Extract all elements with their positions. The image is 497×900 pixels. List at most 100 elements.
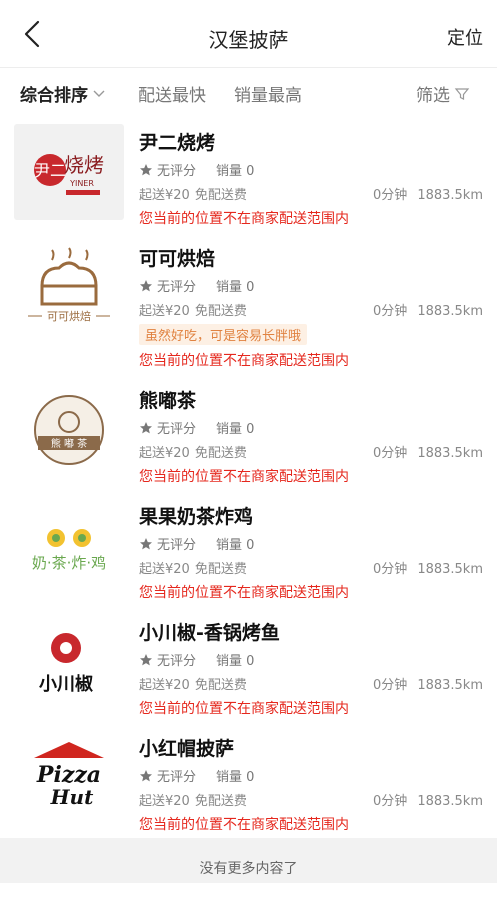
page-title: 汉堡披萨: [208, 28, 289, 52]
shop-meta: 无评分 销量 0: [139, 650, 254, 669]
min-order: 起送¥20: [139, 188, 190, 203]
delivery-time: 0分钟: [373, 794, 408, 809]
funnel-icon: [454, 87, 470, 100]
shop-meta: 无评分 销量 0: [139, 534, 254, 553]
shop-card[interactable]: Pizza Hut 小红帽披萨 无评分 销量 0 起送¥20 免配送费 0分钟 18…: [0, 728, 497, 844]
svg-text:小川椒: 小川椒: [39, 673, 93, 695]
shop-delivery: 起送¥20 免配送费: [139, 442, 247, 461]
no-more-content: 没有更多内容了: [0, 838, 497, 883]
locate-button[interactable]: 定位: [447, 24, 483, 50]
sort-comprehensive-tab[interactable]: 综合排序: [20, 81, 106, 106]
shop-card[interactable]: 小川椒 小川椒-香锅烤鱼 无评分 销量 0 起送¥20 免配送费 0分钟 1883.…: [0, 612, 497, 728]
shop-sales: 销量 0: [216, 280, 255, 295]
shop-logo: 小川椒: [14, 614, 124, 710]
shop-distance: 0分钟 1883.5km: [373, 184, 483, 203]
delivery-time: 0分钟: [373, 446, 408, 461]
shop-rating: 无评分: [157, 280, 197, 295]
shop-logo: 奶·茶·炸·鸡: [14, 498, 124, 594]
shop-name: 小红帽披萨: [139, 738, 235, 760]
out-of-range-warning: 您当前的位置不在商家配送范围内: [139, 469, 349, 485]
filter-label: 筛选: [416, 86, 450, 106]
shop-sales: 销量 0: [216, 422, 255, 437]
distance-km: 1883.5km: [417, 304, 483, 319]
header-bar: 汉堡披萨 定位: [0, 0, 497, 68]
out-of-range-warning: 您当前的位置不在商家配送范围内: [139, 701, 349, 717]
shop-rating: 无评分: [157, 654, 197, 669]
star-icon: [140, 653, 152, 665]
shop-name: 尹二烧烤: [139, 132, 216, 154]
delivery-fee: 免配送费: [194, 794, 247, 809]
sort-fastest-tab[interactable]: 配送最快: [138, 81, 206, 106]
delivery-time: 0分钟: [373, 562, 408, 577]
delivery-fee: 免配送费: [194, 304, 247, 319]
sort-sales-tab[interactable]: 销量最高: [234, 81, 302, 106]
shop-meta: 无评分 销量 0: [139, 276, 254, 295]
shop-delivery: 起送¥20 免配送费: [139, 790, 247, 809]
delivery-fee: 免配送费: [194, 188, 247, 203]
shop-logo: Pizza Hut: [14, 730, 124, 826]
star-icon: [140, 279, 152, 291]
distance-km: 1883.5km: [417, 678, 483, 693]
shop-logo: 可可烘焙: [14, 240, 124, 336]
delivery-fee: 免配送费: [194, 446, 247, 461]
shop-card[interactable]: 奶·茶·炸·鸡 果果奶茶炸鸡 无评分 销量 0 起送¥20 免配送费 0分钟 188…: [0, 496, 497, 612]
svg-text:烧烤: 烧烤: [64, 153, 104, 177]
shop-meta: 无评分 销量 0: [139, 766, 254, 785]
shop-name: 可可烘焙: [139, 248, 216, 270]
shop-delivery: 起送¥20 免配送费: [139, 300, 247, 319]
chevron-down-icon: [93, 90, 105, 97]
delivery-time: 0分钟: [373, 304, 408, 319]
star-icon: [140, 537, 152, 549]
shop-sales: 销量 0: [216, 538, 255, 553]
shop-logo: 尹二 烧烤 YINER: [14, 124, 124, 220]
shop-rating: 无评分: [157, 538, 197, 553]
distance-km: 1883.5km: [417, 794, 483, 809]
min-order: 起送¥20: [139, 562, 190, 577]
shop-name: 熊嘟茶: [139, 390, 197, 412]
shop-sales: 销量 0: [216, 654, 255, 669]
out-of-range-warning: 您当前的位置不在商家配送范围内: [139, 585, 349, 601]
shop-card[interactable]: 熊 嘟 茶 熊嘟茶 无评分 销量 0 起送¥20 免配送费 0分钟 1883.5km…: [0, 380, 497, 496]
sort-fastest-label: 配送最快: [138, 86, 206, 106]
min-order: 起送¥20: [139, 446, 190, 461]
sort-comprehensive-label: 综合排序: [20, 86, 88, 106]
shop-rating: 无评分: [157, 164, 197, 179]
shop-card[interactable]: 可可烘焙 可可烘焙 无评分 销量 0 起送¥20 免配送费 0分钟 1883.5km…: [0, 238, 497, 378]
star-icon: [140, 421, 152, 433]
shop-distance: 0分钟 1883.5km: [373, 442, 483, 461]
min-order: 起送¥20: [139, 794, 190, 809]
filter-button[interactable]: 筛选: [416, 81, 470, 106]
delivery-fee: 免配送费: [194, 678, 247, 693]
delivery-time: 0分钟: [373, 188, 408, 203]
shop-delivery: 起送¥20 免配送费: [139, 674, 247, 693]
shop-distance: 0分钟 1883.5km: [373, 674, 483, 693]
shop-sales: 销量 0: [216, 770, 255, 785]
shop-distance: 0分钟 1883.5km: [373, 558, 483, 577]
star-icon: [140, 769, 152, 781]
shop-name: 小川椒-香锅烤鱼: [139, 622, 280, 644]
star-icon: [140, 163, 152, 175]
out-of-range-warning: 您当前的位置不在商家配送范围内: [139, 353, 349, 369]
filter-bar: 综合排序 配送最快 销量最高 筛选: [0, 68, 497, 116]
distance-km: 1883.5km: [417, 446, 483, 461]
out-of-range-warning: 您当前的位置不在商家配送范围内: [139, 211, 349, 227]
svg-text:熊 嘟 茶: 熊 嘟 茶: [51, 437, 87, 450]
svg-text:YINER: YINER: [69, 179, 94, 188]
distance-km: 1883.5km: [417, 562, 483, 577]
delivery-time: 0分钟: [373, 678, 408, 693]
svg-text:Hut: Hut: [50, 785, 94, 809]
shop-rating: 无评分: [157, 770, 197, 785]
shop-distance: 0分钟 1883.5km: [373, 790, 483, 809]
chevron-left-icon: [24, 20, 40, 48]
shop-meta: 无评分 销量 0: [139, 418, 254, 437]
min-order: 起送¥20: [139, 678, 190, 693]
shop-card[interactable]: 尹二 烧烤 YINER 尹二烧烤 无评分 销量 0 起送¥20 免配送费 0分钟 1…: [0, 122, 497, 238]
shop-delivery: 起送¥20 免配送费: [139, 184, 247, 203]
shop-rating: 无评分: [157, 422, 197, 437]
back-button[interactable]: [14, 16, 50, 52]
promo-tag: 虽然好吃，可是容易长胖哦: [139, 324, 308, 345]
delivery-fee: 免配送费: [194, 562, 247, 577]
sort-sales-label: 销量最高: [234, 86, 302, 106]
svg-text:尹二: 尹二: [34, 161, 66, 180]
min-order: 起送¥20: [139, 304, 190, 319]
